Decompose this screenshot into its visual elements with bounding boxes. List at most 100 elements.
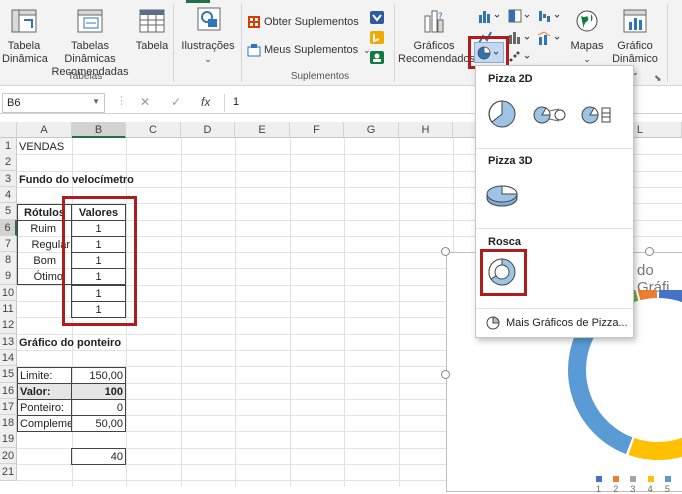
- insert-function-icon[interactable]: fx: [201, 95, 210, 109]
- row-header[interactable]: 20: [0, 447, 17, 465]
- recommended-pivot-tables-button[interactable]: Tabelas Dinâmicas Recomendadas: [46, 8, 134, 79]
- hierarchy-chart-icon[interactable]: [508, 9, 532, 23]
- more-pie-charts-label: Mais Gráficos de Pizza...: [506, 317, 628, 329]
- chart-resize-handle[interactable]: [441, 370, 450, 379]
- combo-chart-icon[interactable]: [538, 31, 562, 45]
- enter-icon[interactable]: ✓: [171, 95, 181, 109]
- table-button[interactable]: Tabela: [134, 8, 170, 53]
- more-pie-charts-item[interactable]: Mais Gráficos de Pizza...: [486, 316, 628, 330]
- row-header[interactable]: 9: [0, 268, 17, 285]
- section-pizza-3d: Pizza 3D: [488, 155, 533, 167]
- legend-swatch: [596, 476, 602, 482]
- cell-a1[interactable]: VENDAS: [19, 139, 64, 155]
- pivot-table-button[interactable]: Tabela Dinâmica: [2, 8, 48, 66]
- select-all-corner[interactable]: [0, 122, 17, 138]
- column-header[interactable]: C: [126, 122, 181, 138]
- table-icon: [139, 9, 165, 33]
- illustrations-label: Ilustrações: [181, 40, 235, 52]
- statistic-chart-icon[interactable]: [508, 31, 532, 45]
- name-box[interactable]: B6 ▼: [2, 93, 105, 113]
- row-header[interactable]: 14: [0, 349, 17, 367]
- chart-resize-handle[interactable]: [645, 247, 654, 256]
- column-header[interactable]: B: [72, 122, 126, 138]
- formula-divider: [224, 94, 225, 112]
- column-header[interactable]: G: [344, 122, 399, 138]
- bing-icon[interactable]: [370, 31, 384, 44]
- column-header[interactable]: A: [17, 122, 72, 138]
- gridline: [181, 138, 182, 487]
- maps-button[interactable]: Mapas ⌄: [565, 8, 609, 66]
- pie-2d-option[interactable]: [484, 98, 520, 130]
- recommended-pivot-icon: [77, 9, 103, 33]
- pie-3d-option[interactable]: [484, 180, 520, 213]
- cell-b16[interactable]: 100: [71, 383, 126, 400]
- row-header[interactable]: 11: [0, 301, 17, 318]
- chart-resize-handle[interactable]: [441, 247, 450, 256]
- bar-of-pie-option[interactable]: [580, 104, 614, 129]
- recommended-charts-icon: ?: [424, 10, 444, 33]
- table-label: Tabela: [135, 40, 169, 52]
- cell-a13[interactable]: Gráfico do ponteiro: [19, 335, 121, 351]
- pie-chart-dropdown: Pizza 2D Pizza 3D Rosca Mais Gráficos de…: [475, 65, 634, 338]
- row-header[interactable]: 10: [0, 284, 17, 302]
- column-header[interactable]: D: [181, 122, 235, 138]
- donut-segment[interactable]: [628, 422, 682, 460]
- column-header[interactable]: F: [290, 122, 344, 138]
- row-header[interactable]: 21: [0, 464, 17, 481]
- ribbon-separator: [667, 4, 668, 82]
- cell-a17[interactable]: Ponteiro:: [17, 399, 72, 416]
- column-header[interactable]: E: [235, 122, 290, 138]
- donut-segment[interactable]: [636, 290, 657, 301]
- dialog-launcher-icon[interactable]: ⬊: [654, 73, 662, 84]
- cell-a18[interactable]: Complemento: [17, 415, 72, 432]
- formula-input[interactable]: 1: [233, 96, 239, 108]
- my-addins-button[interactable]: Meus Suplementos ⌄: [247, 43, 371, 57]
- waterfall-chart-icon[interactable]: [538, 9, 562, 23]
- cell-a3[interactable]: Fundo do velocímetro: [19, 172, 134, 188]
- row-header[interactable]: 8: [0, 252, 17, 269]
- cancel-icon[interactable]: ✕: [140, 95, 150, 109]
- doughnut-option[interactable]: [486, 256, 518, 291]
- row-header[interactable]: 12: [0, 317, 17, 334]
- row-header[interactable]: 13: [0, 333, 17, 351]
- chart-legend: 1 2 3 4 5: [596, 474, 682, 494]
- cell-a16[interactable]: Valor:: [17, 383, 72, 400]
- chevron-down-icon: ▼: [92, 97, 100, 106]
- cell-b17[interactable]: 0: [71, 399, 126, 416]
- illustrations-button[interactable]: Ilustrações ⌄: [178, 6, 238, 66]
- row-header[interactable]: 5: [0, 203, 17, 220]
- people-graph-icon[interactable]: [370, 51, 384, 64]
- cell-b20[interactable]: 40: [71, 448, 126, 465]
- legend-label: 5: [664, 484, 670, 494]
- pie-chart-button[interactable]: [474, 42, 504, 63]
- row-header[interactable]: 16: [0, 382, 17, 399]
- cell-b15[interactable]: 150,00: [71, 367, 126, 384]
- pivot-table-icon: [11, 9, 37, 33]
- legend-swatch: [647, 476, 654, 482]
- row-header[interactable]: 2: [0, 154, 17, 171]
- visio-icon[interactable]: [370, 11, 384, 24]
- scatter-chart-icon[interactable]: [508, 50, 532, 64]
- row-header[interactable]: 19: [0, 431, 17, 448]
- row-header[interactable]: 18: [0, 415, 17, 432]
- recommended-pivot-label-1: Tabelas Dinâmicas: [64, 40, 116, 65]
- pie-outline-icon: [486, 316, 500, 330]
- donut-segment[interactable]: [659, 290, 682, 318]
- pie-of-pie-option[interactable]: [532, 104, 566, 129]
- row-header[interactable]: 3: [0, 170, 17, 188]
- get-addins-label: Obter Suplementos: [264, 16, 359, 28]
- row-header[interactable]: 1: [0, 138, 17, 155]
- cell-b18[interactable]: 50,00: [71, 415, 126, 432]
- dropdown-separator: [476, 228, 633, 229]
- row-header[interactable]: 7: [0, 235, 17, 253]
- cell-a15[interactable]: Limite:: [17, 367, 72, 384]
- row-header[interactable]: 17: [0, 398, 17, 416]
- get-addins-button[interactable]: Obter Suplementos: [247, 15, 359, 29]
- row-header[interactable]: 15: [0, 366, 17, 383]
- recommended-charts-button[interactable]: ? Gráficos Recomendados: [398, 8, 475, 66]
- column-chart-icon[interactable]: [478, 9, 502, 23]
- row-header[interactable]: 4: [0, 186, 17, 204]
- row-header[interactable]: 6: [0, 219, 17, 236]
- legend-item: 1: [596, 474, 607, 494]
- column-header[interactable]: H: [399, 122, 453, 138]
